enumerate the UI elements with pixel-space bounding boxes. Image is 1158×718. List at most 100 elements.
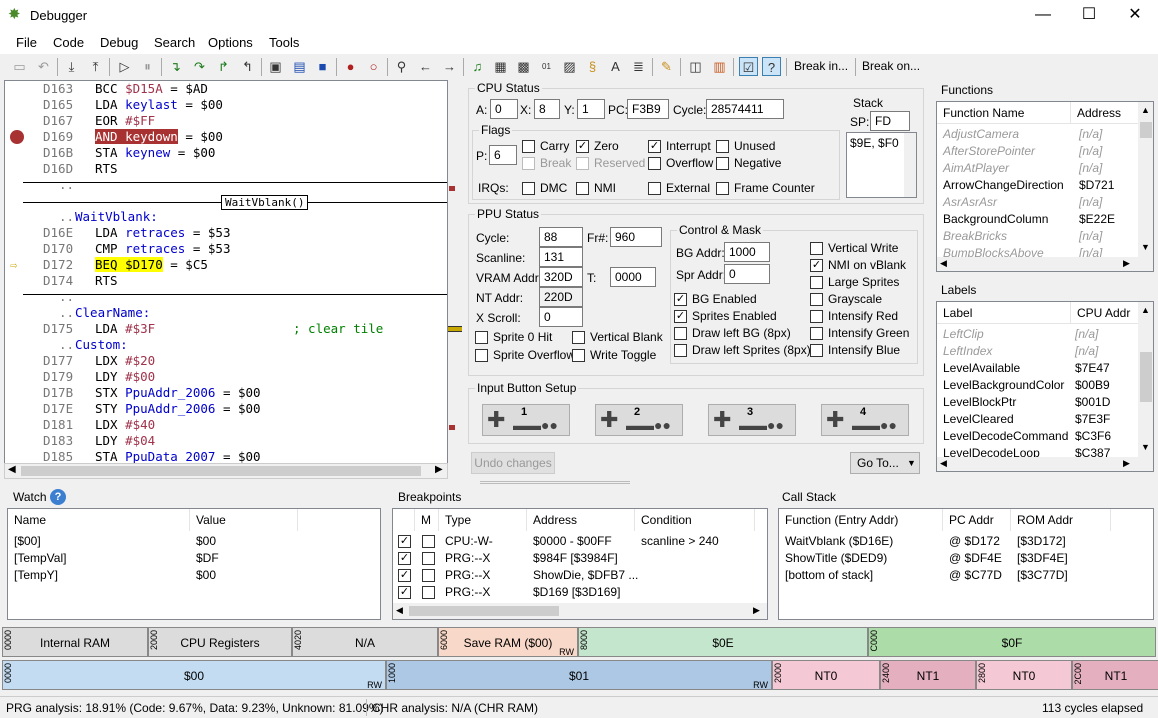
scroll-right-icon[interactable]: ▶ (435, 464, 443, 475)
scroll-down-icon[interactable]: ▼ (1141, 442, 1150, 452)
watch-value[interactable]: $00 (196, 533, 216, 550)
callstack-rom-header[interactable]: ROM Addr (1011, 509, 1111, 531)
scroll-left-icon[interactable]: ◀ (940, 258, 947, 269)
intensify-red-checkbox[interactable] (810, 310, 823, 323)
code-line[interactable]: D177 LDX #$20 (5, 353, 447, 369)
scroll-down-icon[interactable]: ▼ (1141, 242, 1150, 252)
bg-addr-input[interactable]: 1000 (724, 242, 770, 262)
callstack-function-header[interactable]: Function (Entry Addr) (779, 509, 943, 531)
run-frame-icon[interactable]: ■ (313, 57, 332, 76)
code-margin-scrollbar[interactable] (448, 80, 462, 464)
scanline-input[interactable]: 131 (539, 247, 583, 267)
function-name[interactable]: AfterStorePointer (943, 143, 1035, 160)
code-horizontal-scrollbar[interactable]: ◀ ▶ (4, 463, 448, 479)
breakpoint-type-header[interactable]: Type (439, 509, 527, 531)
import-icon[interactable]: ⤓ (62, 57, 81, 76)
code-line[interactable]: D165 LDA keylast = $00 (5, 97, 447, 113)
undo-icon[interactable]: ↶ (34, 57, 53, 76)
vram-addr-input[interactable]: 320D (539, 267, 583, 287)
x-register-input[interactable]: 8 (534, 99, 560, 119)
continue-icon[interactable]: ▷ (115, 57, 134, 76)
ppu-cycle-input[interactable]: 88 (539, 227, 583, 247)
breakpoints-hscrollbar[interactable]: ◀ ▶ (393, 603, 767, 619)
nmi-vblank-checkbox[interactable]: ✓ (810, 259, 823, 272)
watch-list[interactable]: Name Value [$00] $00 [TempVal] $DF [TempY] $0… (7, 508, 381, 620)
step-into-icon[interactable]: ↴ (166, 57, 185, 76)
maximize-button[interactable]: ☐ (1066, 0, 1112, 32)
scroll-position-marker[interactable] (448, 326, 462, 332)
intensify-blue-checkbox[interactable] (810, 344, 823, 357)
find-icon[interactable]: ⚲ (392, 57, 411, 76)
ppu-viewer-icon[interactable]: ▨ (560, 57, 579, 76)
breakpoint-address[interactable]: $984F [$3984F] (533, 550, 618, 567)
callstack-function[interactable]: ShowTitle ($DED9) (785, 550, 887, 567)
code-line[interactable]: D175 LDA #$3F; clear tile (5, 321, 447, 337)
callstack-list[interactable]: Function (Entry Addr) PC Addr ROM Addr W… (778, 508, 1154, 620)
run-scanline-icon[interactable]: ▤ (290, 57, 309, 76)
controller-4-button[interactable]: ✚ 4 ▬▬●● (821, 404, 909, 436)
code-line[interactable]: D16E LDA retraces = $53 (5, 225, 447, 241)
function-name[interactable]: BackgroundColumn (943, 211, 1048, 228)
toggle-breakpoint-icon[interactable]: ● (341, 57, 360, 76)
break-on-unofficial-icon[interactable]: ? (762, 57, 781, 76)
frame-input[interactable]: 960 (610, 227, 662, 247)
scroll-right-icon[interactable]: ▶ (1123, 458, 1130, 469)
function-address-header[interactable]: Address (1071, 102, 1139, 124)
function-name-header[interactable]: Function Name (937, 102, 1071, 124)
nt-addr-input[interactable]: 220D (539, 287, 583, 307)
label-name[interactable]: LevelBlockPtr (943, 394, 1016, 411)
draw-left-bg-checkbox[interactable] (674, 327, 687, 340)
scroll-up-icon[interactable]: ▲ (1141, 105, 1150, 115)
a-register-input[interactable]: 0 (490, 99, 518, 119)
scroll-thumb[interactable] (409, 606, 559, 616)
disable-breakpoint-icon[interactable]: ○ (364, 57, 383, 76)
watch-name[interactable]: [TempVal] (14, 550, 66, 567)
callstack-function[interactable]: WaitVblank ($D16E) (785, 533, 893, 550)
code-line[interactable]: D174 RTS (5, 273, 447, 289)
menu-file[interactable]: File (16, 35, 37, 50)
breakpoint-mark-checkbox[interactable] (422, 535, 435, 548)
controller-3-button[interactable]: ✚ 3 ▬▬●● (708, 404, 796, 436)
step-back-icon[interactable]: ↰ (238, 57, 257, 76)
pause-icon[interactable]: ⏸ (138, 57, 157, 76)
navigate-forward-icon[interactable]: → (440, 57, 459, 76)
callstack-function[interactable]: [bottom of stack] (785, 567, 873, 584)
code-line[interactable]: D16D RTS (5, 161, 447, 177)
script-window-icon[interactable]: § (583, 57, 602, 76)
breakpoint-address[interactable]: $D169 [$3D169] (533, 584, 620, 601)
functions-hscrollbar[interactable]: ◀ ▶ (937, 257, 1153, 271)
scroll-right-icon[interactable]: ▶ (753, 605, 760, 616)
menu-debug[interactable]: Debug (100, 35, 138, 50)
breakpoint-condition-header[interactable]: Condition (635, 509, 755, 531)
disassembly-view[interactable]: D163 BCC $D15A = $AD D165 LDA keylast = $0… (4, 80, 448, 464)
save-icon[interactable]: ▭ (10, 57, 29, 76)
frame-counter-checkbox[interactable] (716, 182, 729, 195)
code-line[interactable]: D179 LDY #$00 (5, 369, 447, 385)
nmi-checkbox[interactable] (576, 182, 589, 195)
edit-icon[interactable]: ✎ (657, 57, 676, 76)
breakpoint-enabled-checkbox[interactable]: ✓ (398, 586, 411, 599)
splitter-handle[interactable] (480, 481, 630, 484)
write-toggle-checkbox[interactable] (572, 349, 585, 362)
label-name[interactable]: LevelAvailable (943, 360, 1020, 377)
close-button[interactable]: ✕ (1112, 0, 1158, 32)
goto-button[interactable]: Go To... ▼ (850, 452, 920, 474)
labels-vscrollbar[interactable]: ▲ ▼ (1138, 302, 1153, 457)
breakpoint-enabled-checkbox[interactable]: ✓ (398, 552, 411, 565)
scroll-right-icon[interactable]: ▶ (1123, 258, 1130, 269)
split-view-icon[interactable]: ◫ (686, 57, 705, 76)
apu-viewer-icon[interactable]: ♫ (468, 57, 487, 76)
code-line[interactable]: D170 CMP retraces = $53 (5, 241, 447, 257)
menu-search[interactable]: Search (154, 35, 195, 50)
vertical-blank-checkbox[interactable] (572, 331, 585, 344)
labels-list[interactable]: Label CPU Addr LeftClip [n/a] LeftIndex [n/… (936, 301, 1154, 472)
draw-left-sprites-checkbox[interactable] (674, 344, 687, 357)
code-line-breakpoint[interactable]: D169 AND keydown = $00 (5, 129, 447, 145)
label-name-header[interactable]: Label (937, 302, 1071, 324)
label-name[interactable]: LevelBackgroundColor (943, 377, 1064, 394)
breakpoint-enabled-checkbox[interactable]: ✓ (398, 569, 411, 582)
break-on-button[interactable]: Break on... (862, 59, 920, 73)
breakpoint-mark-header[interactable]: M (415, 509, 439, 531)
function-name[interactable]: AimAtPlayer (943, 160, 1009, 177)
external-checkbox[interactable] (648, 182, 661, 195)
